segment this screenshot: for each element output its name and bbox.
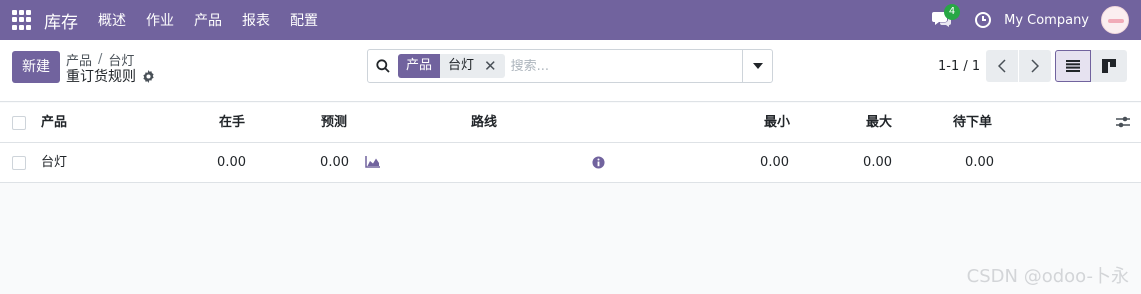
close-icon[interactable]: ✕ bbox=[484, 54, 497, 78]
company-switcher[interactable]: My Company bbox=[1004, 13, 1089, 28]
area-chart-icon[interactable] bbox=[365, 155, 381, 168]
watermark-text: CSDN @odoo-卜永 bbox=[966, 266, 1129, 287]
pager-value[interactable]: 1-1 / 1 bbox=[938, 59, 980, 74]
kanban-view-button[interactable] bbox=[1091, 50, 1127, 82]
info-icon[interactable] bbox=[592, 156, 605, 169]
column-header-to-order[interactable]: 待下单 bbox=[953, 103, 992, 143]
messaging-button[interactable]: 4 bbox=[932, 4, 961, 30]
column-header-max[interactable]: 最大 bbox=[842, 103, 892, 143]
page-title: 重订货规则 bbox=[66, 69, 136, 85]
top-navbar: 库存 概述 作业 产品 报表 配置 4 My Company bbox=[0, 0, 1141, 40]
chevron-left-icon bbox=[998, 59, 1006, 73]
breadcrumb-separator: / bbox=[98, 52, 103, 67]
cell-on-hand: 0.00 bbox=[217, 155, 246, 170]
page-title-wrap: 重订货规则 bbox=[66, 66, 155, 86]
menu-operations[interactable]: 作业 bbox=[146, 10, 174, 30]
column-header-min[interactable]: 最小 bbox=[740, 103, 790, 143]
list-view-button[interactable] bbox=[1055, 50, 1091, 82]
cell-forecast: 0.00 bbox=[320, 155, 349, 170]
clock-icon[interactable] bbox=[974, 11, 992, 29]
facet-label: 产品 bbox=[398, 54, 441, 78]
search-icon[interactable] bbox=[368, 59, 398, 73]
cell-max[interactable]: 0.00 bbox=[842, 143, 892, 183]
menu-configuration[interactable]: 配置 bbox=[290, 10, 318, 30]
gear-icon[interactable] bbox=[142, 69, 155, 83]
column-settings-icon[interactable] bbox=[1115, 115, 1131, 129]
search-facet: 产品 台灯 ✕ bbox=[398, 54, 505, 78]
table-row[interactable]: 台灯 0.00 0.00 0.00 0.00 0.00 bbox=[0, 143, 1141, 183]
caret-down-icon bbox=[752, 63, 763, 69]
column-header-route[interactable]: 路线 bbox=[471, 103, 497, 143]
chat-count-badge: 4 bbox=[944, 4, 961, 20]
new-button[interactable]: 新建 bbox=[12, 51, 60, 83]
cell-product[interactable]: 台灯 bbox=[41, 143, 67, 183]
cell-to-order[interactable]: 0.00 bbox=[944, 143, 994, 183]
facet-value-text: 台灯 bbox=[448, 58, 475, 73]
user-avatar[interactable] bbox=[1101, 6, 1129, 34]
column-header-product[interactable]: 产品 bbox=[41, 103, 67, 143]
column-header-on-hand[interactable]: 在手 bbox=[219, 103, 245, 143]
column-header-forecast[interactable]: 预测 bbox=[321, 103, 347, 143]
menu-products[interactable]: 产品 bbox=[194, 10, 222, 30]
row-checkbox[interactable] bbox=[12, 156, 26, 170]
app-name[interactable]: 库存 bbox=[44, 8, 78, 33]
pager-previous-button[interactable] bbox=[986, 50, 1018, 82]
menu-reporting[interactable]: 报表 bbox=[242, 10, 270, 30]
apps-grid-icon[interactable] bbox=[12, 10, 32, 30]
chevron-right-icon bbox=[1031, 59, 1039, 73]
reorder-rules-table: 产品 在手 预测 路线 最小 最大 待下单 台灯 0.00 0.00 0.00 … bbox=[0, 103, 1141, 183]
search-input[interactable] bbox=[510, 58, 742, 74]
facet-value: 台灯 ✕ bbox=[440, 54, 505, 78]
search-bar: 产品 台灯 ✕ bbox=[367, 49, 773, 83]
menu-overview[interactable]: 概述 bbox=[98, 10, 126, 30]
select-all-checkbox[interactable] bbox=[12, 116, 26, 130]
search-options-toggle[interactable] bbox=[742, 50, 772, 82]
list-icon bbox=[1066, 60, 1080, 72]
kanban-icon bbox=[1102, 59, 1116, 73]
control-panel: 新建 产品 / 台灯 重订货规则 产品 台灯 ✕ 搜索... 1-1 / 1 bbox=[0, 40, 1141, 102]
cell-min[interactable]: 0.00 bbox=[739, 143, 789, 183]
navbar-systray: 4 My Company bbox=[932, 0, 1129, 40]
table-header-row: 产品 在手 预测 路线 最小 最大 待下单 bbox=[0, 103, 1141, 143]
pager-next-button[interactable] bbox=[1019, 50, 1051, 82]
